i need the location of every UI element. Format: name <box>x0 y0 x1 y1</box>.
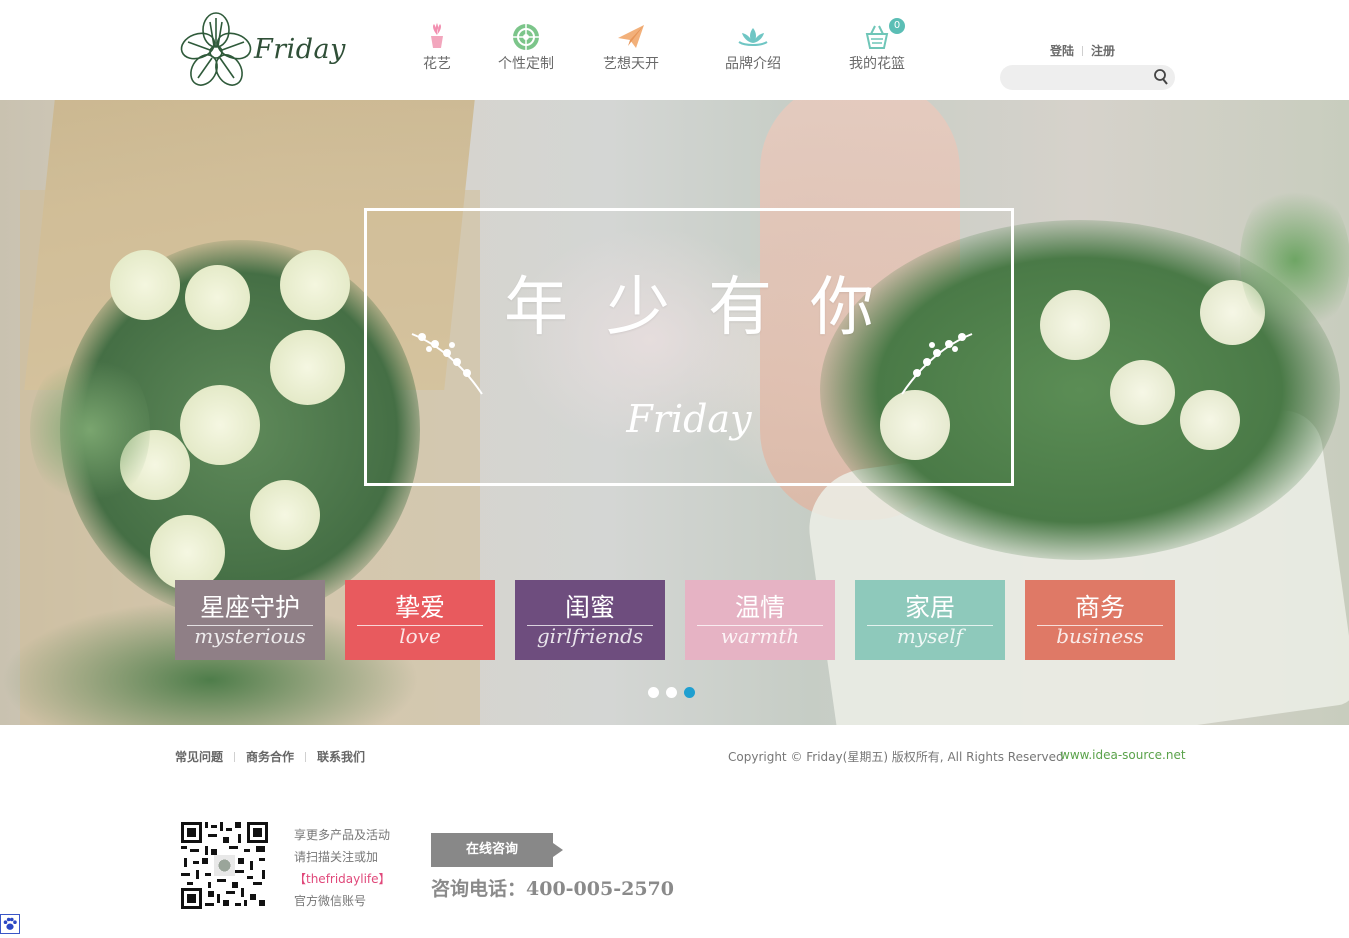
category-name: 星座守护 <box>199 593 300 622</box>
footer-link-contact[interactable]: 联系我们 <box>317 750 365 764</box>
login-link[interactable]: 登陆 <box>1050 44 1074 58</box>
slider-dot-1[interactable] <box>648 687 659 698</box>
logo-text: Friday <box>254 34 346 65</box>
wechat-account: 【thefridaylife】 <box>294 872 391 886</box>
category-love[interactable]: 挚爱 love <box>345 580 495 660</box>
register-link[interactable]: 注册 <box>1091 44 1115 58</box>
category-warmth[interactable]: 温情 warmth <box>685 580 835 660</box>
nav-item-basket[interactable]: 0 我的花篮 <box>846 18 908 73</box>
flower-logo-icon <box>180 12 252 86</box>
category-subtitle: mysterious <box>194 624 306 648</box>
nav-label: 品牌介绍 <box>725 56 781 72</box>
target-icon <box>511 22 541 52</box>
category-subtitle: business <box>1056 624 1144 648</box>
category-name: 闺蜜 <box>564 593 615 622</box>
qr-caption: 享更多产品及活动 请扫描关注或加 【thefridaylife】 官方微信账号 <box>294 824 391 912</box>
flower-pot-icon <box>431 23 443 48</box>
category-subtitle: myself <box>896 624 964 648</box>
qr-caption-line: 官方微信账号 <box>294 894 367 908</box>
nav-item-customize[interactable]: 个性定制 <box>495 20 557 73</box>
banner-subtitle: Friday <box>626 397 752 441</box>
paper-plane-icon <box>618 25 644 48</box>
site-header: Friday 花艺 个性定制 艺想天开 品牌介绍 0 我的花篮 登陆 注册 <box>0 0 1349 100</box>
qr-caption-line: 请扫描关注或加 <box>294 850 379 864</box>
consult-phone: 咨询电话：400-005-2570 <box>431 878 674 900</box>
site-link[interactable]: www.idea-source.net <box>1060 748 1186 762</box>
divider <box>1082 46 1084 56</box>
category-mysterious[interactable]: 星座守护 mysterious <box>175 580 325 660</box>
divider <box>234 752 236 762</box>
slider-dot-3[interactable] <box>684 687 695 698</box>
footer-link-faq[interactable]: 常见问题 <box>175 750 223 764</box>
category-name: 挚爱 <box>394 593 445 622</box>
paw-icon[interactable] <box>0 914 20 934</box>
nav-item-flower-art[interactable]: 花艺 <box>418 20 456 73</box>
sprig-left-icon <box>411 333 483 395</box>
online-consult-button[interactable]: 在线咨询 <box>431 833 563 867</box>
nav-label: 个性定制 <box>498 56 554 72</box>
cart-count-badge: 0 <box>889 18 905 34</box>
category-subtitle: love <box>399 624 441 648</box>
category-name: 家居 <box>904 593 955 622</box>
logo[interactable]: Friday <box>176 10 345 90</box>
banner-title-frame: 年少有你 Friday <box>364 208 1014 486</box>
copyright-text: Copyright © Friday(星期五) 版权所有, All Rights… <box>728 750 1064 764</box>
wechat-qr-code <box>181 822 268 909</box>
search-input[interactable] <box>1012 68 1147 87</box>
category-business[interactable]: 商务 business <box>1025 580 1175 660</box>
lotus-icon <box>738 28 768 46</box>
search-icon[interactable] <box>1152 68 1170 86</box>
footer-link-business[interactable]: 商务合作 <box>246 750 294 764</box>
category-myself[interactable]: 家居 myself <box>855 580 1005 660</box>
hero-banner: 年少有你 Friday 星座守护 mysterious 挚爱 love 闺蜜 g… <box>0 100 1349 725</box>
slider-dot-2[interactable] <box>666 687 677 698</box>
auth-links: 登陆 注册 <box>1050 42 1115 59</box>
nav-label: 花艺 <box>423 56 451 72</box>
category-subtitle: girlfriends <box>536 624 644 648</box>
category-girlfriends[interactable]: 闺蜜 girlfriends <box>515 580 665 660</box>
category-subtitle: warmth <box>720 624 800 648</box>
nav-item-imagination[interactable]: 艺想天开 <box>600 20 662 73</box>
nav-label: 我的花篮 <box>849 56 905 72</box>
search-box <box>1000 65 1175 90</box>
qr-caption-line: 享更多产品及活动 <box>294 828 391 842</box>
nav-item-brand[interactable]: 品牌介绍 <box>722 20 784 73</box>
divider <box>305 752 307 762</box>
category-name: 温情 <box>734 593 785 622</box>
sprig-right-icon <box>901 333 973 395</box>
nav-label: 艺想天开 <box>603 56 659 72</box>
footer-links: 常见问题 商务合作 联系我们 <box>175 748 365 765</box>
category-name: 商务 <box>1074 593 1125 622</box>
